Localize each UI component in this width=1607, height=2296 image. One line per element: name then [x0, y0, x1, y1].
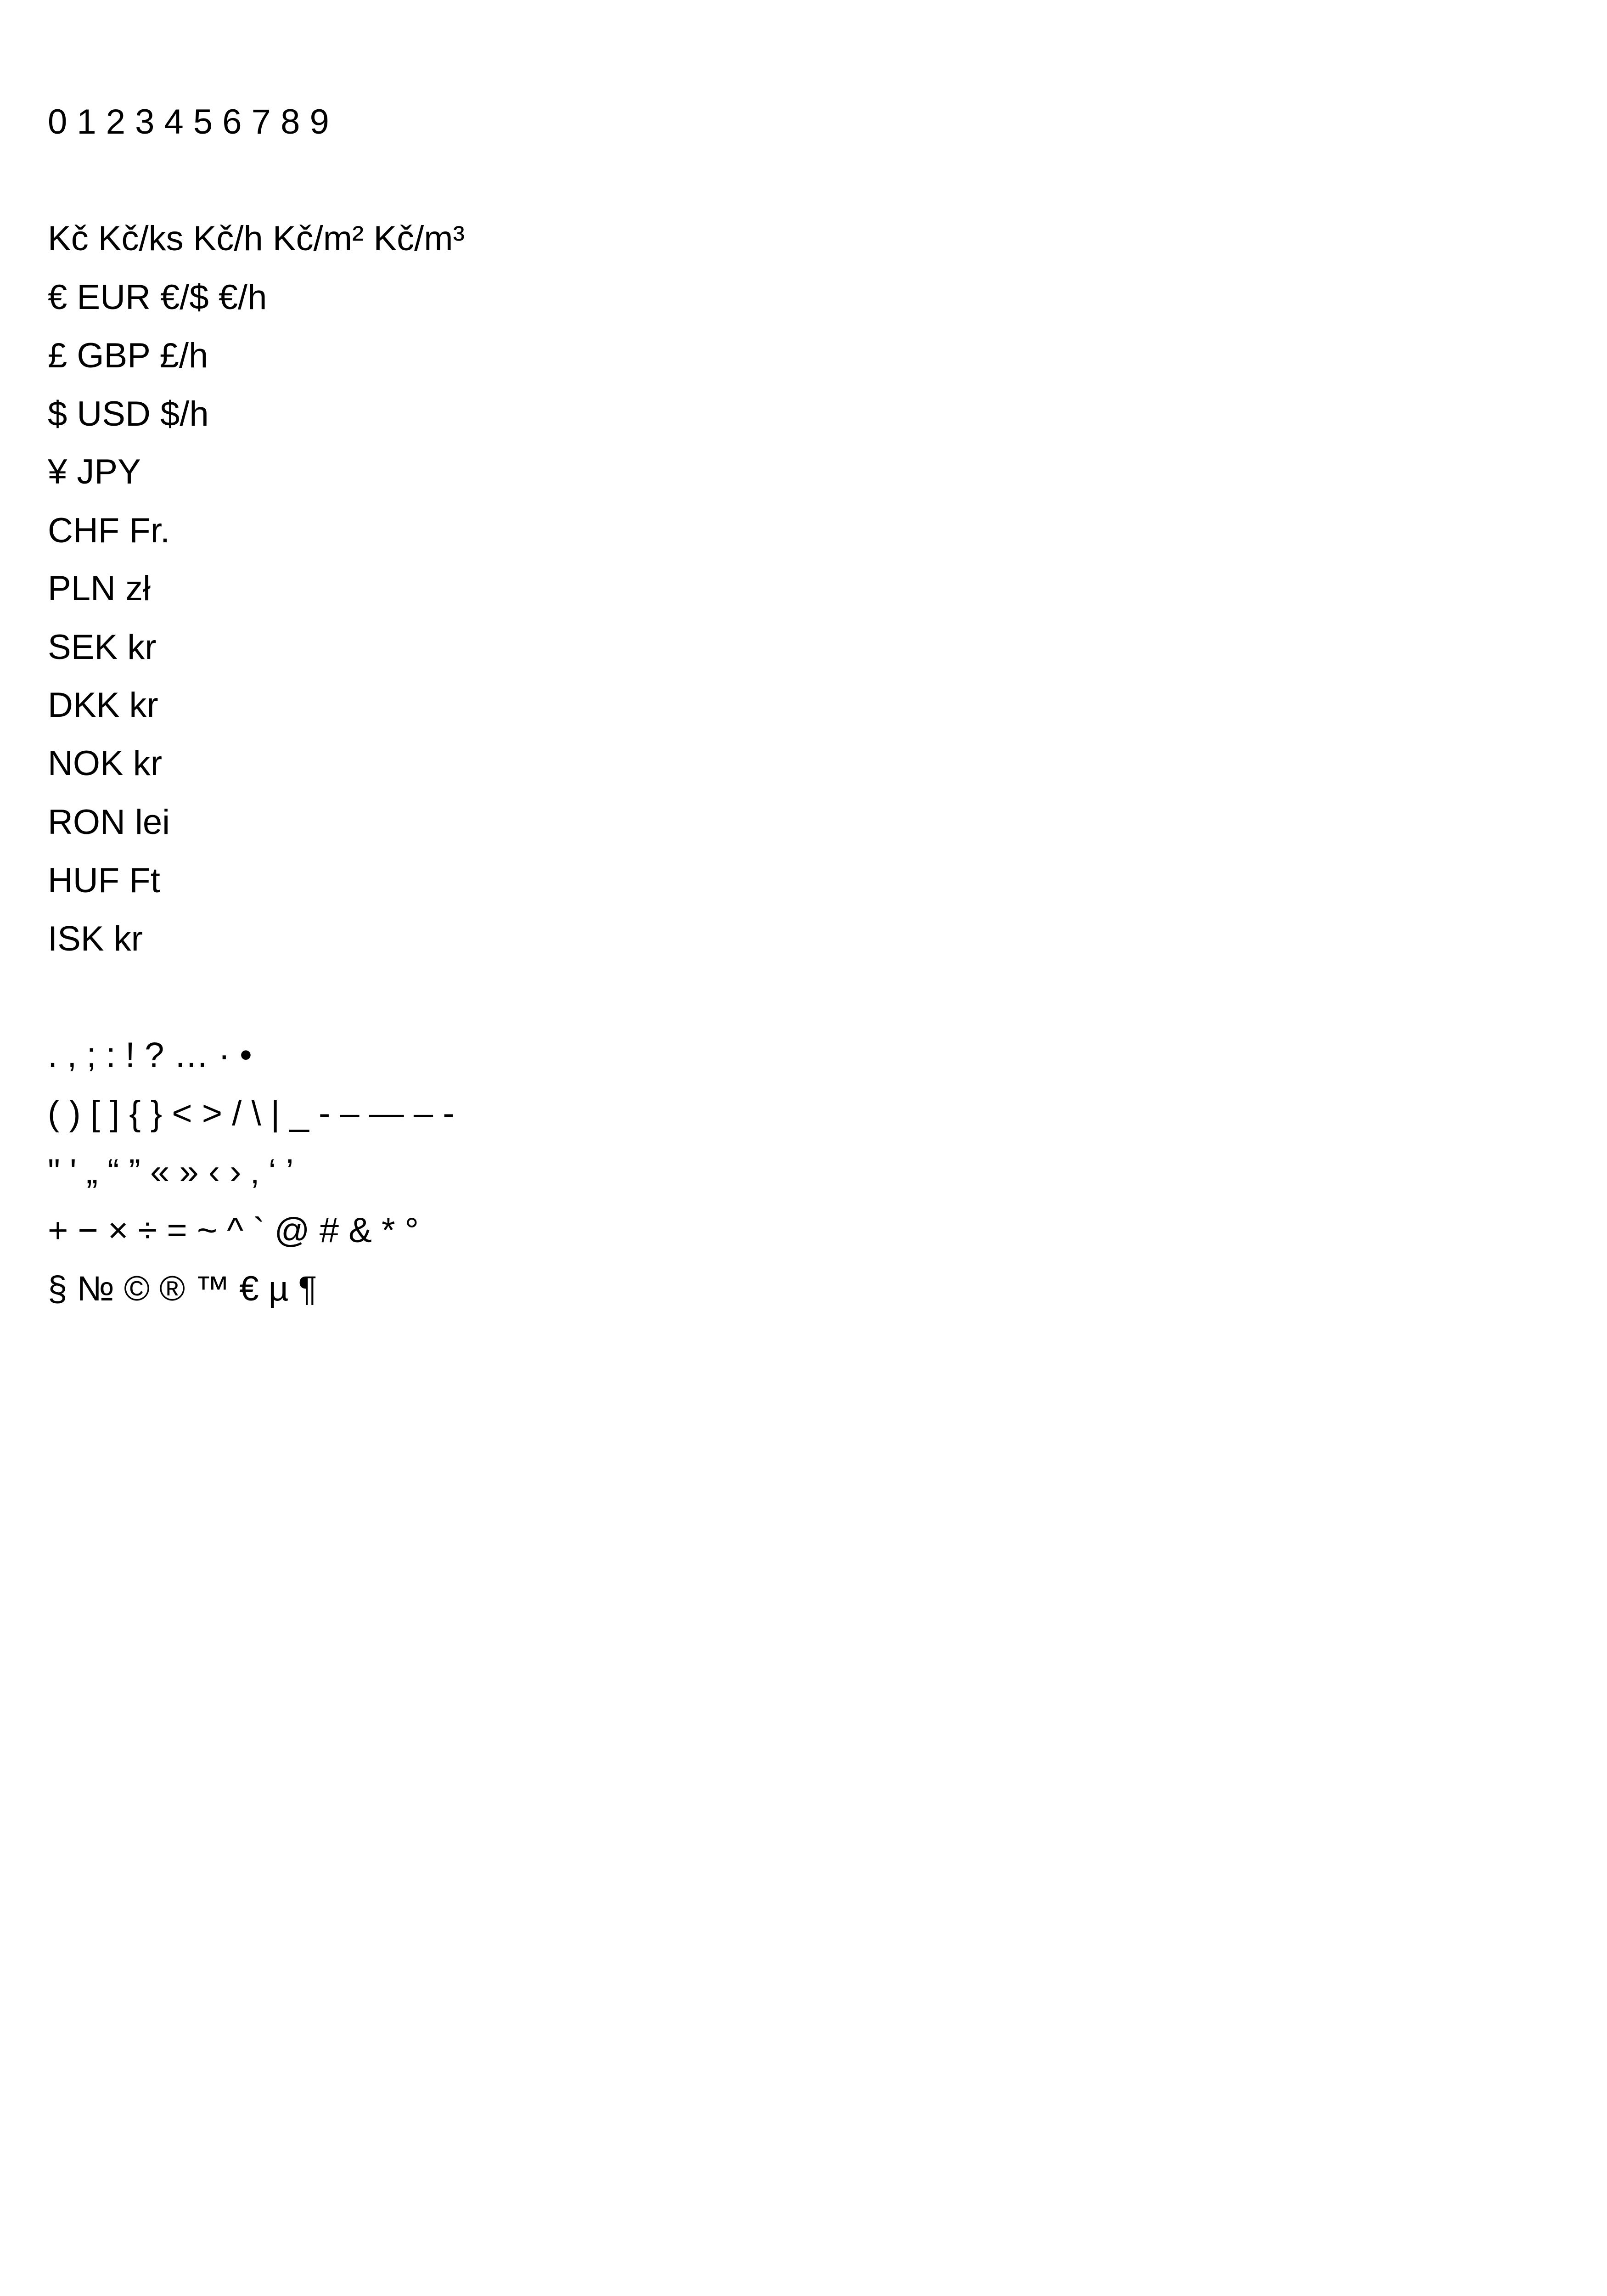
quotes-line: " ' „ “ ” « » ‹ › ‚ ‘ ’	[48, 1152, 294, 1191]
math-symbols-line: + − × ÷ = ~ ^ ` @ # & * °	[48, 1211, 419, 1250]
currency-line: SEK kr	[48, 628, 157, 667]
currency-line: NOK kr	[48, 744, 163, 783]
special-symbols-line: § № © ® ™ € µ ¶	[48, 1269, 317, 1308]
currency-line: ISK kr	[48, 919, 143, 958]
currency-line: PLN zł	[48, 569, 151, 608]
currency-line: Kč Kč/ks Kč/h Kč/m² Kč/m³	[48, 219, 465, 258]
currency-line: $ USD $/h	[48, 394, 209, 433]
currency-line: DKK kr	[48, 686, 158, 725]
currency-line: ¥ JPY	[48, 452, 141, 491]
currency-line: HUF Ft	[48, 861, 160, 900]
brackets-dashes-line: ( ) [ ] { } < > / \ | _ - – — ‒ -	[48, 1094, 455, 1133]
currency-line: £ GBP £/h	[48, 336, 208, 375]
punctuation-line: . , ; : ! ? … · •	[48, 1035, 252, 1075]
currency-line: € EUR €/$ €/h	[48, 278, 267, 317]
currency-line: CHF Fr.	[48, 511, 170, 550]
currency-line: RON lei	[48, 803, 170, 842]
digits-line: 0 1 2 3 4 5 6 7 8 9	[48, 102, 329, 141]
document-page: 0 1 2 3 4 5 6 7 8 9 Kč Kč/ks Kč/h Kč/m² …	[0, 0, 1607, 2296]
